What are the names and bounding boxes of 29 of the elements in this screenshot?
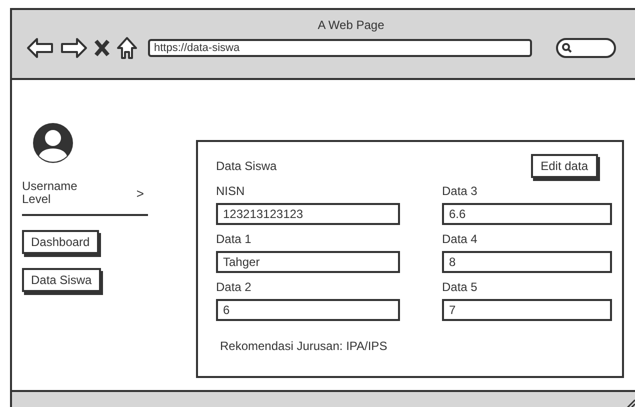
close-icon[interactable] [94,39,110,57]
recommendation-text: Rekomendasi Jurusan: IPA/IPS [220,339,388,353]
field-label: Data 5 [442,280,478,294]
input-field[interactable]: 6 [216,299,400,321]
window-title: A Web Page [318,18,384,32]
search-field[interactable] [556,38,616,58]
address-bar[interactable]: https://data-siswa [148,39,532,57]
field-label: Data 4 [442,232,478,246]
forward-icon[interactable] [60,37,88,59]
input-field[interactable]: 6.6 [442,203,612,225]
input-field[interactable]: Tahger [216,251,400,273]
home-icon[interactable] [116,36,138,60]
avatar-icon [32,122,74,164]
input-field[interactable]: 123213123123 [216,203,400,225]
chevron[interactable]: > [136,186,144,200]
field-label: Data 2 [216,280,252,294]
input-field[interactable]: 8 [442,251,612,273]
user-name: Username Level [22,180,78,206]
input-field[interactable]: 7 [442,299,612,321]
sidebar-button[interactable]: Dashboard [22,230,99,254]
edit-button[interactable]: Edit data [530,154,598,178]
field-label: NISN [216,184,246,198]
back-icon[interactable] [26,37,54,59]
search-icon [562,43,572,53]
field-label: Data 3 [442,184,478,198]
resize-grip-icon[interactable] [626,399,635,407]
card-title: Data Siswa [216,159,277,173]
field-label: Data 1 [216,232,252,246]
sidebar-button[interactable]: Data Siswa [22,268,101,292]
